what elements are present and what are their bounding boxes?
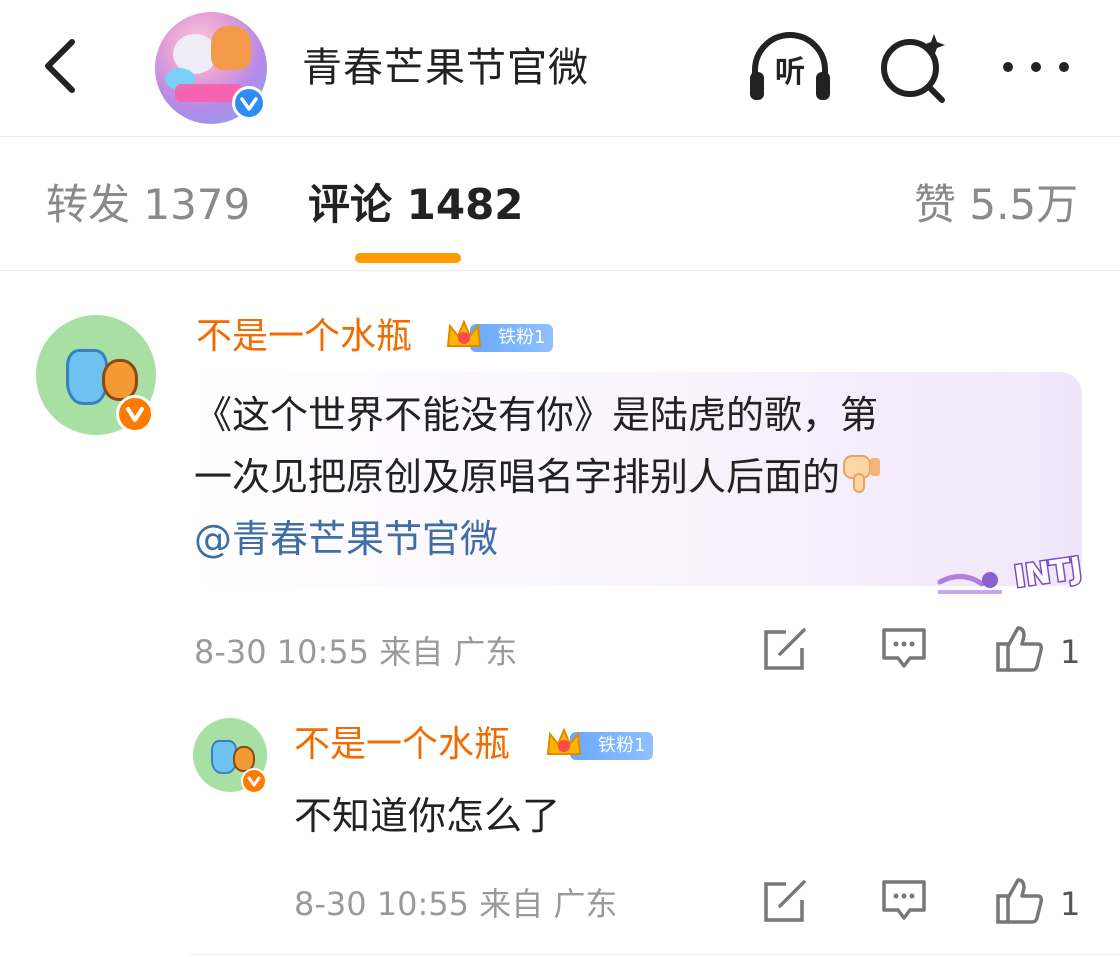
intj-sticker-label: INTJ [1012,551,1084,595]
intj-sticker: INTJ [932,532,1104,602]
like-count: 1 [1060,633,1081,671]
top-bar: 青春芒果节官微 听 [0,0,1120,137]
comment-icon[interactable] [880,626,928,672]
account-avatar[interactable] [155,12,267,124]
crown-icon [546,727,582,755]
verified-badge-icon [241,768,267,794]
comment-line: 一次见把原创及原唱名字排别人后面的 [194,455,841,499]
active-tab-indicator [355,253,461,263]
verified-badge-icon [116,395,154,433]
like-thumb-icon[interactable] [994,876,1046,926]
share-icon[interactable] [760,880,808,924]
comment-icon[interactable] [880,878,928,924]
verified-badge-icon [232,86,266,120]
more-dots-icon[interactable] [998,52,1074,82]
reply-meta: 8-30 10:55 来自 广东 [294,885,618,923]
commenter-username[interactable]: 不是一个水瓶 [196,312,412,362]
reply-username[interactable]: 不是一个水瓶 [294,720,510,770]
account-title: 青春芒果节官微 [302,45,589,91]
back-arrow-icon[interactable] [36,34,88,98]
fan-level-badge[interactable]: 铁粉1 [446,319,554,352]
crown-icon [446,319,482,347]
share-icon[interactable] [760,628,808,672]
listen-label: 听 [775,55,805,90]
tab-likes[interactable]: 赞 5.5万 [914,177,1078,233]
tab-comments[interactable]: 评论 1482 [308,177,524,233]
divider [190,954,1120,955]
like-count: 1 [1060,885,1081,923]
thumbs-down-emoji [843,455,881,493]
reply-text: 不知道你怎么了 [294,794,561,838]
reply-avatar[interactable] [193,718,267,794]
like-thumb-icon[interactable] [994,624,1046,674]
commenter-avatar[interactable] [36,315,156,435]
fan-badge-label: 铁粉1 [498,327,546,348]
tab-bar: 转发 1379 评论 1482 赞 5.5万 [0,137,1120,271]
fan-badge-label: 铁粉1 [598,735,646,756]
comment-meta: 8-30 10:55 来自 广东 [194,633,518,671]
tab-reposts[interactable]: 转发 1379 [46,177,250,233]
comment-line: 《这个世界不能没有你》是陆虎的歌，第 [194,393,879,437]
fan-level-badge[interactable]: 铁粉1 [546,727,654,760]
search-sparkle-icon[interactable] [878,30,950,104]
